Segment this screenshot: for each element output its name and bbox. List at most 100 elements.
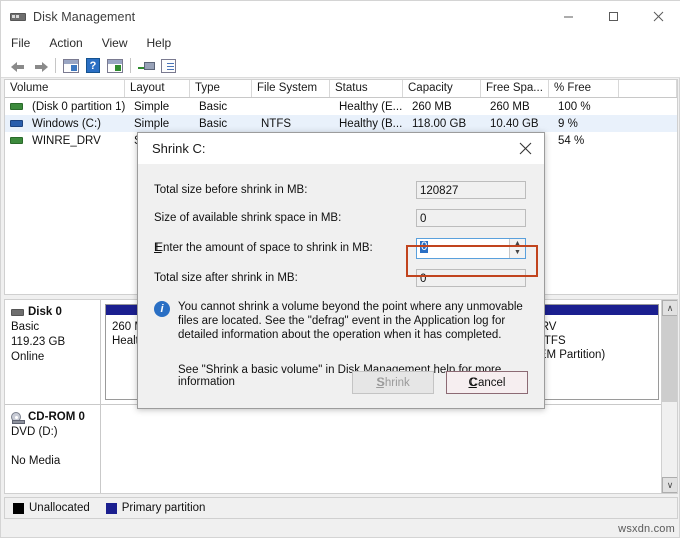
field-total-size-before: Total size before shrink in MB: 120827 <box>154 176 528 204</box>
shrink-amount-value: 0 <box>420 240 429 253</box>
cell-status: Healthy (B... <box>339 117 403 130</box>
dialog-body: Total size before shrink in MB: 120827 S… <box>138 164 544 388</box>
volume-green-icon <box>10 137 23 144</box>
shrink-button[interactable]: S Shrink <box>352 371 434 394</box>
window-title: Disk Management <box>33 9 136 24</box>
cell-layout: Simple <box>134 117 170 130</box>
menu-item-view[interactable]: View <box>102 34 137 52</box>
column-header-type[interactable]: Type <box>190 80 252 97</box>
cell-volume: (Disk 0 partition 1) <box>32 100 126 113</box>
legend-swatch-unallocated <box>13 502 24 514</box>
scrollbar-thumb[interactable] <box>662 316 677 402</box>
field-shrink-amount: EEnter the amount of space to shrink in … <box>154 232 528 264</box>
refresh-list-icon[interactable] <box>157 56 179 76</box>
show-action-pane-icon[interactable] <box>104 56 126 76</box>
scroll-down-button[interactable]: ∨ <box>662 477 677 493</box>
field-available-shrink-space: Size of available shrink space in MB: 0 <box>154 204 528 232</box>
back-arrow-icon[interactable] <box>7 56 29 76</box>
volume-green-icon <box>10 103 23 110</box>
info-message-text: You cannot shrink a volume beyond the po… <box>178 301 523 341</box>
column-header-percent-free[interactable]: % Free <box>549 80 619 97</box>
partition-filesystem: 3 NTFS <box>526 335 566 347</box>
legend-label-unallocated: Unallocated <box>29 502 90 514</box>
cancel-button-label: Cancel <box>469 376 506 389</box>
disk-name-row: Disk 0 <box>11 305 100 320</box>
legend-label-primary-partition: Primary partition <box>121 502 206 514</box>
menu-item-help[interactable]: Help <box>147 34 181 52</box>
menu-item-file[interactable]: File <box>11 34 39 52</box>
partition-label: _DRV <box>526 320 658 334</box>
column-header-volume[interactable]: Volume <box>5 80 125 97</box>
cell-capacity: 260 MB <box>412 100 452 113</box>
table-row[interactable]: Windows (C:) Simple Basic NTFS Healthy (… <box>5 115 677 132</box>
cancel-button[interactable]: C Cancel <box>446 371 528 394</box>
shrink-button-label: Shrink <box>377 376 410 389</box>
disk-management-icon <box>10 9 26 25</box>
toolbar-separator <box>55 58 56 73</box>
shrink-amount-input[interactable]: 0 ▲ ▼ <box>416 237 526 259</box>
maximize-button[interactable] <box>591 1 636 32</box>
watermark: wsxdn.com <box>618 523 675 535</box>
title-bar: Disk Management <box>1 1 680 32</box>
cell-percent-free: 100 % <box>558 100 591 113</box>
spinner-up-button[interactable]: ▲ <box>510 239 525 249</box>
column-header-free-space[interactable]: Free Spa... <box>481 80 549 97</box>
shrink-amount-spinner[interactable]: ▲ ▼ <box>509 238 525 258</box>
show-hide-console-tree-icon[interactable] <box>60 56 82 76</box>
legend-swatch-primary-partition <box>105 502 117 514</box>
cell-free-space: 260 MB <box>490 100 530 113</box>
partition-type: (OEM Partition) <box>526 349 606 361</box>
info-icon: i <box>154 301 170 317</box>
column-header-capacity[interactable]: Capacity <box>403 80 481 97</box>
partition-strip-1 <box>101 405 663 493</box>
toolbar: ? <box>1 54 680 78</box>
column-header-layout[interactable]: Layout <box>125 80 190 97</box>
disk-name: CD-ROM 0 <box>28 411 85 423</box>
dialog-buttons: S Shrink C Cancel <box>352 371 528 394</box>
help-icon[interactable]: ? <box>82 56 104 76</box>
cell-percent-free: 54 % <box>558 134 585 147</box>
minimize-button[interactable] <box>546 1 591 32</box>
close-icon[interactable] <box>506 133 544 164</box>
volume-list-header: Volume Layout Type File System Status Ca… <box>5 80 677 98</box>
spinner-down-button[interactable]: ▼ <box>510 248 525 258</box>
disk-icon <box>11 309 24 316</box>
graphical-view-scrollbar[interactable]: ∧ ∨ <box>661 300 677 493</box>
legend: Unallocated Primary partition <box>4 497 678 519</box>
cell-file-system: NTFS <box>261 117 292 130</box>
disk-info-0: Disk 0 Basic 119.23 GB Online <box>5 300 101 404</box>
label-shrink-amount: EEnter the amount of space to shrink in … <box>154 242 373 254</box>
dialog-title: Shrink C: <box>152 141 206 156</box>
forward-arrow-icon[interactable] <box>29 56 51 76</box>
column-header-status[interactable]: Status <box>330 80 403 97</box>
cell-volume: WINRE_DRV <box>32 134 101 147</box>
label-total-size-before: Total size before shrink in MB: <box>154 184 308 196</box>
shrink-amount-input-text[interactable]: 0 <box>417 239 509 258</box>
menu-item-action[interactable]: Action <box>49 34 91 52</box>
cell-percent-free: 9 % <box>558 117 578 130</box>
label-total-size-after: Total size after shrink in MB: <box>154 272 298 284</box>
cell-layout: Simple <box>134 100 170 113</box>
column-header-blank[interactable] <box>619 80 677 97</box>
disk-status: No Media <box>11 455 61 467</box>
close-button[interactable] <box>636 1 680 32</box>
disk-status: Online <box>11 351 45 363</box>
disk-size: 119.23 GB <box>11 336 66 348</box>
toolbar-separator <box>130 58 131 73</box>
info-message: i You cannot shrink a volume beyond the … <box>154 300 528 342</box>
disk-row-1[interactable]: CD-ROM 0 DVD (D:) No Media <box>5 405 663 493</box>
scroll-up-button[interactable]: ∧ <box>662 300 677 316</box>
window-controls <box>546 1 680 32</box>
value-available-shrink-space: 0 <box>416 209 526 227</box>
disk-name-row: CD-ROM 0 <box>11 410 100 425</box>
dialog-title-bar: Shrink C: <box>138 133 544 164</box>
table-row[interactable]: (Disk 0 partition 1) Simple Basic Health… <box>5 98 677 115</box>
cell-status: Healthy (E... <box>339 100 403 113</box>
cell-type: Basic <box>199 100 228 113</box>
value-total-size-before: 120827 <box>416 181 526 199</box>
properties-icon[interactable] <box>135 56 157 76</box>
value-total-size-after: 0 <box>416 269 526 287</box>
disk-type: DVD (D:) <box>11 426 58 438</box>
cdrom-icon <box>11 412 25 424</box>
column-header-file-system[interactable]: File System <box>252 80 330 97</box>
